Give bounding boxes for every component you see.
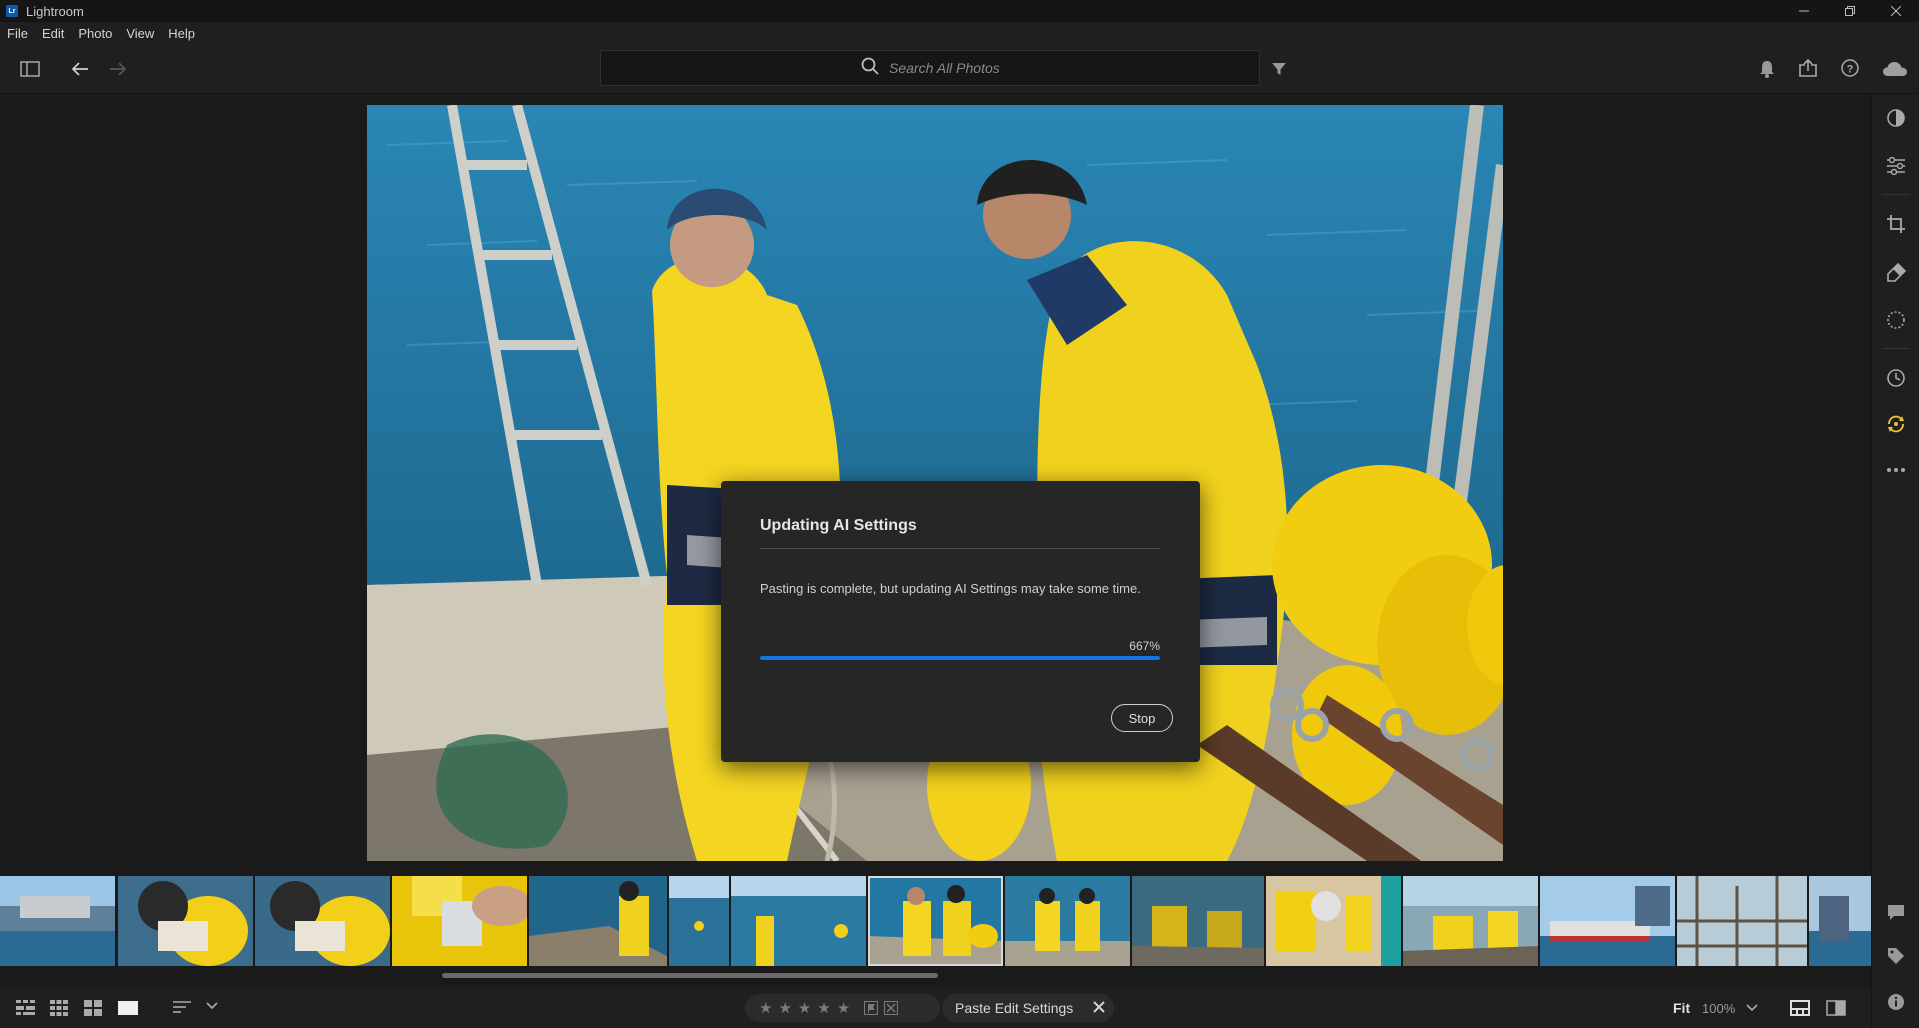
menu-photo[interactable]: Photo <box>71 26 119 41</box>
comment-icon[interactable] <box>1884 900 1908 924</box>
more-icon[interactable] <box>1884 458 1908 482</box>
filmstrip-thumb[interactable] <box>1132 876 1264 966</box>
progress-percent: 667% <box>1129 639 1160 653</box>
edit-sliders-icon[interactable] <box>1884 154 1908 178</box>
rating-flag-group: ★ ★ ★ ★ ★ <box>745 994 940 1022</box>
compare-icon[interactable] <box>1826 1000 1846 1016</box>
search-icon <box>861 57 879 80</box>
progress-bar <box>760 656 1160 660</box>
filmstrip-scrollbar[interactable] <box>0 970 1871 980</box>
rail-divider <box>1882 194 1910 195</box>
panel-toggle-icon[interactable] <box>20 59 40 79</box>
cloud-icon[interactable] <box>1882 59 1908 79</box>
filmstrip-thumb[interactable] <box>118 876 253 966</box>
chevron-down-icon[interactable] <box>206 1002 218 1010</box>
bottom-bar: ★ ★ ★ ★ ★ Paste Edit Settings Fit 100% <box>0 988 1871 1028</box>
close-icon[interactable] <box>1092 1000 1106 1017</box>
filmstrip-thumb[interactable] <box>1266 876 1401 966</box>
menu-bar: File Edit Photo View Help <box>0 22 1919 44</box>
filmstrip-thumb[interactable] <box>0 876 115 966</box>
filmstrip-thumb[interactable] <box>731 876 866 966</box>
star-1[interactable]: ★ <box>759 999 772 1017</box>
dialog-title: Updating AI Settings <box>760 517 917 534</box>
filmstrip <box>0 874 1871 968</box>
filmstrip-thumb[interactable] <box>1540 876 1675 966</box>
zoom-level-button[interactable]: 100% <box>1702 1001 1735 1016</box>
chevron-down-icon[interactable] <box>1746 1004 1758 1012</box>
forward-arrow-icon[interactable] <box>108 59 128 79</box>
single-view-icon[interactable] <box>118 1000 138 1016</box>
paste-edit-settings-button[interactable]: Paste Edit Settings <box>955 1000 1073 1016</box>
reject-flag-icon[interactable] <box>884 1001 899 1015</box>
ai-sync-icon[interactable] <box>1884 412 1908 436</box>
menu-file[interactable]: File <box>0 26 35 41</box>
share-icon[interactable] <box>1798 58 1818 78</box>
star-5[interactable]: ★ <box>837 999 850 1017</box>
progress-fill <box>760 656 1160 660</box>
star-4[interactable]: ★ <box>817 999 830 1017</box>
dialog-divider <box>760 548 1160 549</box>
healing-icon[interactable] <box>1884 260 1908 284</box>
filmstrip-thumb[interactable] <box>392 876 527 966</box>
filmstrip-thumb[interactable] <box>1403 876 1538 966</box>
title-bar: Lr Lightroom <box>0 0 1919 22</box>
search-input[interactable] <box>889 60 999 76</box>
app-title: Lightroom <box>26 3 84 19</box>
restore-button[interactable] <box>1827 0 1873 22</box>
paste-edit-settings-group: Paste Edit Settings <box>942 994 1114 1022</box>
top-toolbar: ? <box>0 44 1919 94</box>
grid-medium-icon[interactable] <box>50 1000 68 1016</box>
grid-small-icon[interactable] <box>16 1000 36 1016</box>
back-arrow-icon[interactable] <box>70 59 90 79</box>
sort-icon[interactable] <box>172 1000 192 1016</box>
menu-view[interactable]: View <box>119 26 161 41</box>
zoom-fit-button[interactable]: Fit <box>1673 1000 1690 1016</box>
info-icon[interactable] <box>1884 990 1908 1014</box>
lightroom-logo-icon: Lr <box>6 5 18 17</box>
window-controls <box>1781 0 1919 22</box>
filmstrip-thumb[interactable] <box>669 876 729 966</box>
filmstrip-thumb[interactable] <box>1809 876 1871 966</box>
dialog-message: Pasting is complete, but updating AI Set… <box>760 581 1141 596</box>
close-button[interactable] <box>1873 0 1919 22</box>
filmstrip-thumb[interactable] <box>255 876 390 966</box>
star-2[interactable]: ★ <box>778 999 791 1017</box>
search-box[interactable] <box>600 50 1260 86</box>
bell-icon[interactable] <box>1757 59 1777 79</box>
grid-large-icon[interactable] <box>84 1000 102 1016</box>
filmstrip-thumb[interactable] <box>1005 876 1130 966</box>
filter-icon[interactable] <box>1270 60 1288 78</box>
updating-ai-settings-dialog: Updating AI Settings Pasting is complete… <box>721 481 1200 762</box>
versions-icon[interactable] <box>1884 366 1908 390</box>
scrollbar-thumb[interactable] <box>442 973 938 978</box>
menu-edit[interactable]: Edit <box>35 26 71 41</box>
pick-flag-icon[interactable] <box>864 1001 879 1015</box>
photo-stage: Updating AI Settings Pasting is complete… <box>0 94 1871 874</box>
crop-icon[interactable] <box>1884 212 1908 236</box>
menu-help[interactable]: Help <box>161 26 202 41</box>
right-panel-rail <box>1871 94 1919 1028</box>
filmstrip-thumb[interactable] <box>1677 876 1807 966</box>
star-3[interactable]: ★ <box>798 999 811 1017</box>
minimize-button[interactable] <box>1781 0 1827 22</box>
help-icon[interactable]: ? <box>1840 58 1860 78</box>
filmstrip-thumb-selected[interactable] <box>868 876 1003 966</box>
filmstrip-toggle-icon[interactable] <box>1790 1000 1810 1016</box>
masking-icon[interactable] <box>1884 308 1908 332</box>
rail-divider <box>1882 348 1910 349</box>
stop-button[interactable]: Stop <box>1111 704 1173 732</box>
filmstrip-thumb[interactable] <box>529 876 667 966</box>
presets-icon[interactable] <box>1884 106 1908 130</box>
keyword-tag-icon[interactable] <box>1884 944 1908 968</box>
svg-text:?: ? <box>1847 64 1854 76</box>
